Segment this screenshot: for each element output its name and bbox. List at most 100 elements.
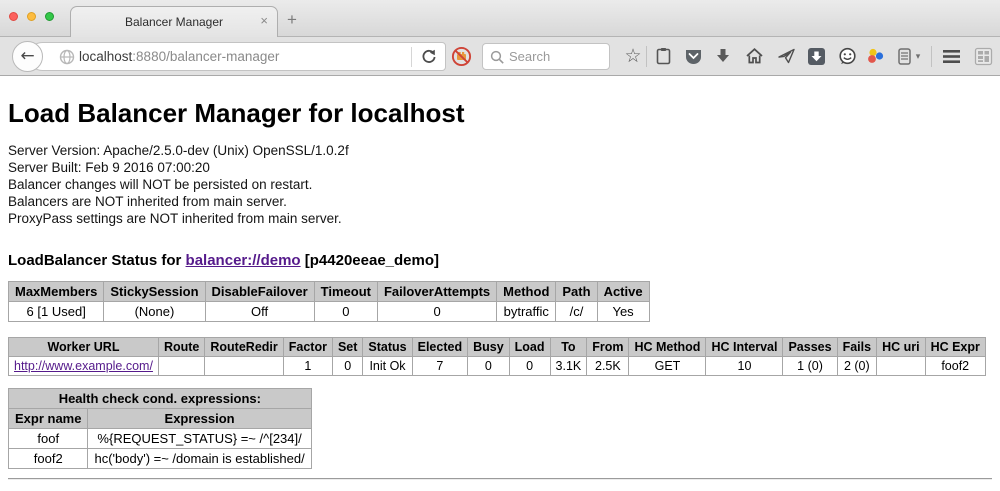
back-arrow-icon: ←	[20, 48, 34, 65]
clipboard-icon[interactable]	[652, 45, 674, 67]
extension-download-square-icon[interactable]	[805, 45, 827, 67]
new-tab-button[interactable]: +	[287, 10, 297, 30]
col-hc-interval: HC Interval	[706, 338, 783, 357]
cell-expression: hc('body') =~ /domain is established/	[88, 449, 311, 469]
page-content: Load Balancer Manager for localhost Serv…	[0, 76, 1000, 480]
cell-from: 2.5K	[587, 357, 629, 376]
col-path: Path	[556, 282, 597, 302]
cell-expr-name: foof2	[9, 449, 88, 469]
worker-status-table: Worker URL Route RouteRedir Factor Set S…	[8, 337, 986, 376]
col-to: To	[550, 338, 587, 357]
table-row: 6 [1 Used] (None) Off 0 0 bytraffic /c/ …	[9, 302, 650, 322]
col-route: Route	[158, 338, 204, 357]
table-title-row: Health check cond. expressions:	[9, 389, 312, 409]
cell-routeredir	[205, 357, 283, 376]
cell-status: Init Ok	[363, 357, 412, 376]
close-window-button[interactable]	[9, 12, 18, 21]
cell-path: /c/	[556, 302, 597, 322]
col-worker-url: Worker URL	[9, 338, 159, 357]
cell-failoverattempts: 0	[377, 302, 496, 322]
col-maxmembers: MaxMembers	[9, 282, 104, 302]
cell-route	[158, 357, 204, 376]
back-button[interactable]: ←	[12, 41, 43, 72]
cell-to: 3.1K	[550, 357, 587, 376]
cell-elected: 7	[412, 357, 467, 376]
table-row: foof2 hc('body') =~ /domain is establish…	[9, 449, 312, 469]
cell-timeout: 0	[314, 302, 377, 322]
window-titlebar: Balancer Manager × +	[0, 0, 1000, 37]
balancer-status-table: MaxMembers StickySession DisableFailover…	[8, 281, 650, 322]
cell-maxmembers: 6 [1 Used]	[9, 302, 104, 322]
close-tab-icon[interactable]: ×	[260, 14, 268, 28]
col-hc-expr: HC Expr	[925, 338, 985, 357]
cell-method: bytraffic	[497, 302, 556, 322]
home-icon[interactable]	[743, 45, 765, 67]
globe-icon	[59, 49, 75, 70]
col-expr-name: Expr name	[9, 409, 88, 429]
table-header-row: Worker URL Route RouteRedir Factor Set S…	[9, 338, 986, 357]
inherit-note-line: Balancers are NOT inherited from main se…	[8, 193, 992, 210]
table-row: http://www.example.com/ 1 0 Init Ok 7 0 …	[9, 357, 986, 376]
colored-dots-extension-icon[interactable]	[865, 45, 887, 67]
proxypass-note-line: ProxyPass settings are NOT inherited fro…	[8, 210, 992, 227]
menu-hamburger-icon[interactable]	[940, 45, 962, 67]
url-bar[interactable]: localhost:8880/balancer-manager	[28, 42, 446, 71]
col-disablefailover: DisableFailover	[205, 282, 314, 302]
chevron-down-icon[interactable]: ▾	[912, 45, 924, 67]
url-text[interactable]: localhost:8880/balancer-manager	[79, 43, 279, 70]
send-plane-icon[interactable]	[775, 45, 797, 67]
health-table-title: Health check cond. expressions:	[9, 389, 312, 409]
server-version-line: Server Version: Apache/2.5.0-dev (Unix) …	[8, 142, 992, 159]
navigation-toolbar: localhost:8880/balancer-manager ← ☆	[0, 37, 1000, 76]
status-heading-suffix: [p4420eeae_demo]	[305, 252, 439, 269]
toolbar-divider	[646, 46, 647, 67]
cell-passes: 1 (0)	[783, 357, 837, 376]
worker-url-link[interactable]: http://www.example.com/	[14, 359, 153, 373]
col-active: Active	[597, 282, 649, 302]
page-title: Load Balancer Manager for localhost	[8, 76, 992, 129]
status-heading-prefix: LoadBalancer Status for	[8, 252, 181, 269]
col-hc-method: HC Method	[629, 338, 706, 357]
downloads-icon[interactable]	[712, 45, 734, 67]
feedback-smiley-icon[interactable]	[836, 45, 858, 67]
server-info: Server Version: Apache/2.5.0-dev (Unix) …	[8, 142, 992, 227]
urlbar-divider	[411, 47, 412, 67]
browser-tab[interactable]: Balancer Manager ×	[70, 6, 278, 37]
cell-busy: 0	[468, 357, 510, 376]
col-expression: Expression	[88, 409, 311, 429]
table-header-row: Expr name Expression	[9, 409, 312, 429]
cell-hc-interval: 10	[706, 357, 783, 376]
plugin-blocked-icon[interactable]	[450, 45, 472, 67]
col-stickysession: StickySession	[104, 282, 205, 302]
cell-active: Yes	[597, 302, 649, 322]
col-from: From	[587, 338, 629, 357]
col-elected: Elected	[412, 338, 467, 357]
col-status: Status	[363, 338, 412, 357]
col-hc-uri: HC uri	[877, 338, 926, 357]
balancer-demo-link[interactable]: balancer://demo	[186, 252, 301, 269]
reload-icon[interactable]	[420, 48, 438, 71]
loadbalancer-status-heading: LoadBalancer Status for balancer://demo …	[8, 252, 992, 269]
bookmark-star-icon[interactable]: ☆	[622, 45, 644, 67]
pocket-icon[interactable]	[682, 45, 704, 67]
col-passes: Passes	[783, 338, 837, 357]
search-icon	[490, 50, 505, 65]
url-path: :8880/balancer-manager	[132, 49, 279, 64]
col-method: Method	[497, 282, 556, 302]
cell-expression: %{REQUEST_STATUS} =~ /^[234]/	[88, 429, 311, 449]
zoom-window-button[interactable]	[45, 12, 54, 21]
minimize-window-button[interactable]	[27, 12, 36, 21]
search-input[interactable]	[509, 45, 604, 68]
tab-groups-icon[interactable]	[972, 45, 994, 67]
cell-load: 0	[509, 357, 550, 376]
persist-note-line: Balancer changes will NOT be persisted o…	[8, 176, 992, 193]
cell-set: 0	[332, 357, 362, 376]
cell-hc-expr: foof2	[925, 357, 985, 376]
search-bar[interactable]	[482, 43, 610, 70]
col-load: Load	[509, 338, 550, 357]
cell-factor: 1	[283, 357, 332, 376]
col-factor: Factor	[283, 338, 332, 357]
server-built-line: Server Built: Feb 9 2016 07:00:20	[8, 159, 992, 176]
cell-hc-method: GET	[629, 357, 706, 376]
col-fails: Fails	[837, 338, 877, 357]
